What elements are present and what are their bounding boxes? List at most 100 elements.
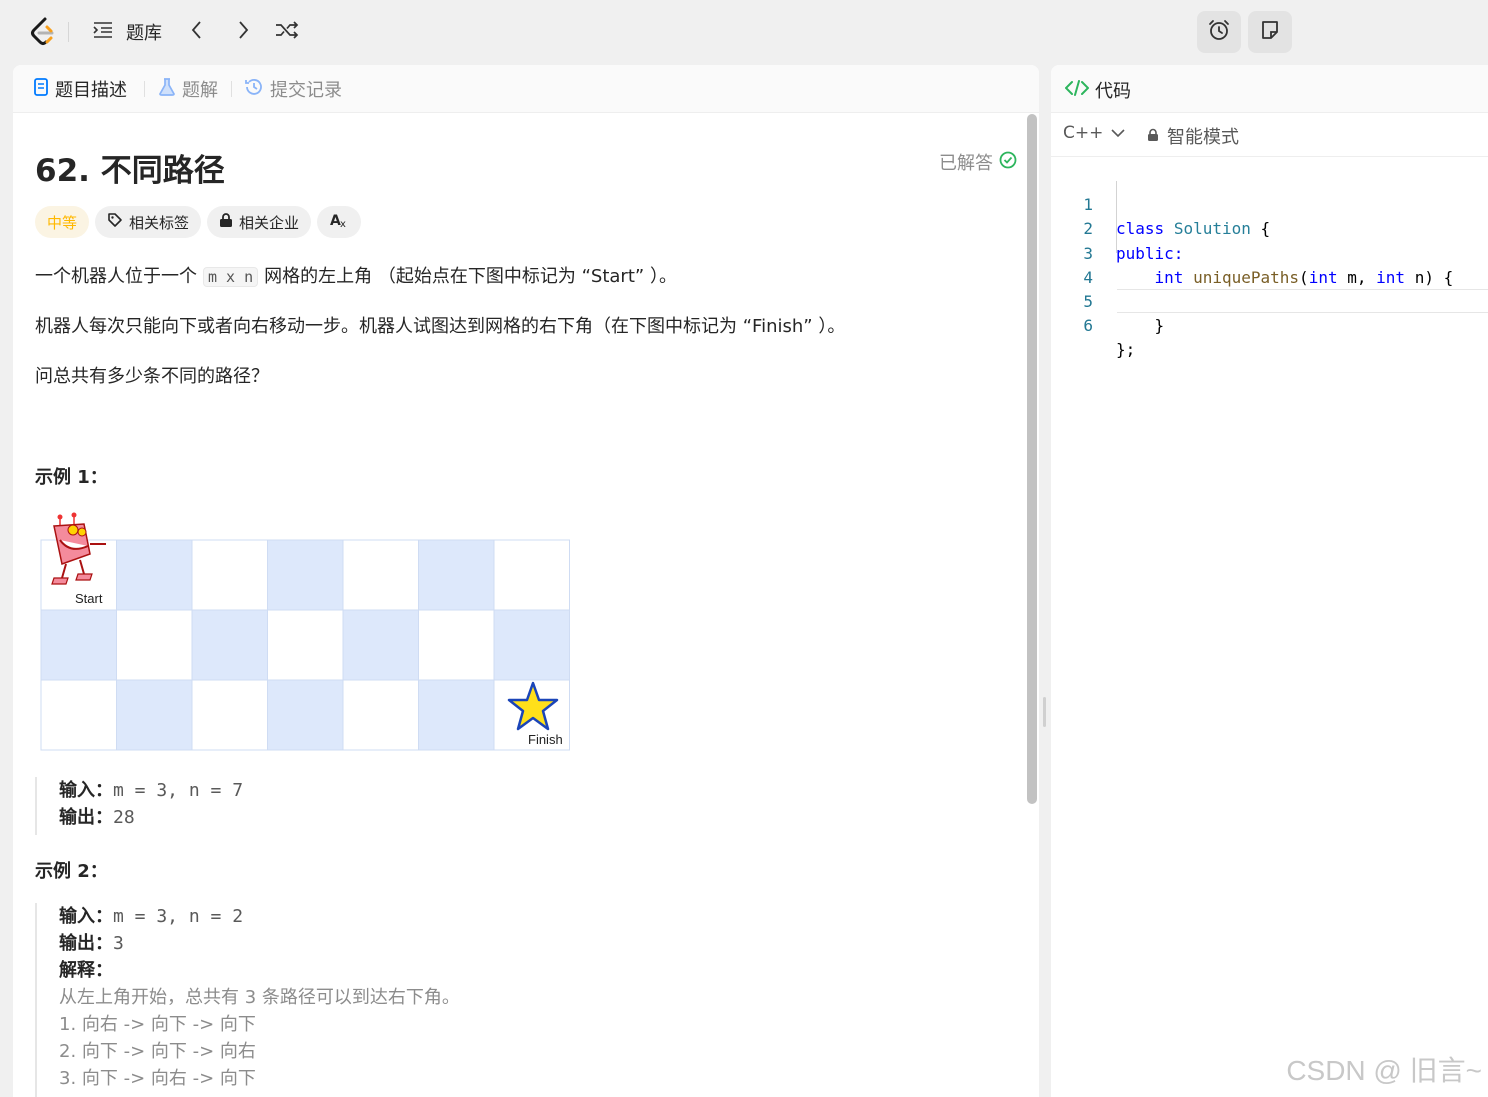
code-line: 3 int uniquePaths(int m, int n) { — [1051, 217, 1488, 287]
note-icon — [1259, 19, 1281, 45]
tab-submissions[interactable]: 提交记录 — [244, 77, 342, 101]
tab-code-label: 代码 — [1095, 81, 1131, 102]
code-tabs: 代码 — [1051, 65, 1488, 113]
language-select[interactable]: C++ — [1063, 123, 1125, 143]
explain-line: 2. 向下 -> 向下 -> 向右 — [59, 1041, 256, 1062]
input-label: 输入： — [59, 906, 113, 927]
related-tags-button[interactable]: 相关标签 — [95, 206, 202, 238]
difficulty-badge: 中等 — [35, 206, 90, 238]
tab-code[interactable]: 代码 — [1064, 77, 1131, 103]
example-1-heading: 示例 1： — [35, 467, 108, 488]
leetcode-logo-icon[interactable] — [28, 16, 58, 48]
code-line: 2 public: — [1051, 193, 1488, 262]
lock-icon — [1147, 126, 1159, 147]
example-2-input: 输入：m = 3, n = 2 — [59, 903, 460, 930]
problem-tabs: 题目描述 题解 提交记录 — [13, 65, 1039, 113]
grid-cell — [342, 679, 419, 751]
desc1-pre: 一个机器人位于一个 — [35, 266, 197, 287]
grid-cell — [191, 539, 268, 611]
random-problem-button[interactable] — [274, 18, 300, 46]
grid-cell — [116, 609, 193, 681]
check-circle-icon — [999, 151, 1017, 174]
example-2-explain: 解释： — [59, 957, 460, 984]
output-label: 输出： — [59, 807, 113, 828]
timer-button[interactable] — [1197, 11, 1241, 53]
grid-cell — [267, 539, 344, 611]
problem-title[interactable]: 62. 不同路径 — [35, 145, 225, 190]
translate-icon: Ax — [329, 211, 349, 233]
svg-text:x: x — [340, 219, 346, 229]
code-panel: 代码 C++ 智能模式 1 class Solution { 2 public:… — [1051, 65, 1488, 1097]
prev-problem-button[interactable] — [188, 18, 206, 46]
code-line: 5 } — [1051, 266, 1488, 335]
example-2-block: 输入：m = 3, n = 2 输出：3 解释： 从左上角开始，总共有 3 条路… — [35, 903, 460, 1097]
grid-cell — [40, 679, 117, 751]
grid-cell — [342, 609, 419, 681]
example-1-output: 输出：28 — [59, 804, 243, 831]
related-tags-label: 相关标签 — [129, 213, 190, 232]
grid-cell — [493, 539, 570, 611]
grid-cell — [40, 609, 117, 681]
line-content: }; — [1116, 340, 1136, 360]
tab-solutions[interactable]: 题解 — [158, 77, 218, 101]
related-companies-button[interactable]: 相关企业 — [207, 206, 312, 238]
solved-label: 已解答 — [939, 153, 993, 174]
explain-line: 1. 向右 -> 向下 -> 向下 — [59, 1014, 256, 1035]
next-problem-button[interactable] — [234, 18, 252, 46]
alarm-clock-icon — [1207, 18, 1231, 46]
problem-list-button[interactable]: 题库 — [92, 18, 162, 46]
tab-description[interactable]: 题目描述 — [33, 77, 127, 101]
code-line: 6 }; — [1051, 290, 1488, 359]
chevron-left-icon — [188, 19, 206, 46]
flask-icon — [158, 77, 176, 102]
code-editor[interactable]: 1 class Solution { 2 public: 3 int uniqu… — [1051, 169, 1488, 359]
grid-cell — [493, 609, 570, 681]
problem-tags: 中等 相关标签 相关企业 Ax — [35, 206, 362, 238]
grid-size-code: m x n — [203, 267, 259, 287]
description-paragraph-1: 一个机器人位于一个 m x n 网格的左上角 （起始点在下图中标记为 “Start”… — [35, 262, 677, 288]
description-scrollbar[interactable] — [1027, 114, 1037, 804]
input-label: 输入： — [59, 780, 113, 801]
output-label: 输出： — [59, 933, 113, 954]
explain-line: 3. 向下 -> 向右 -> 向下 — [59, 1068, 256, 1089]
solved-status: 已解答 — [939, 149, 1017, 175]
watermark: CSDN @ 旧言~ — [1286, 1055, 1482, 1086]
grid-cell — [191, 609, 268, 681]
example-1-block: 输入：m = 3, n = 7 输出：28 — [35, 777, 243, 835]
smart-mode-toggle[interactable]: 智能模式 — [1147, 123, 1239, 149]
document-icon — [33, 77, 49, 102]
line-content: } — [1116, 316, 1165, 336]
top-bar: 题库 — [0, 0, 1488, 64]
problem-panel: 题目描述 题解 提交记录 62. 不同路径 已解答 中等 相关标签 相关企业 A… — [13, 65, 1039, 1097]
grid-cell — [418, 539, 495, 611]
tab-description-label: 题目描述 — [55, 80, 127, 101]
panel-resize-handle[interactable] — [1043, 697, 1046, 727]
chevron-down-icon — [1111, 123, 1125, 143]
translate-button[interactable]: Ax — [317, 206, 362, 238]
related-companies-label: 相关企业 — [239, 213, 300, 232]
example-1-input: 输入：m = 3, n = 7 — [59, 777, 243, 804]
tab-submissions-label: 提交记录 — [270, 80, 342, 101]
finish-label: Finish — [528, 732, 563, 747]
code-brackets-icon — [1064, 79, 1090, 102]
explain-label: 解释： — [59, 960, 113, 981]
topbar-divider — [68, 22, 69, 42]
notes-button[interactable] — [1248, 11, 1292, 53]
example-1-input-value: m = 3, n = 7 — [113, 780, 244, 801]
grid-cell — [267, 609, 344, 681]
grid-cells — [40, 539, 570, 751]
explain-line: 从左上角开始，总共有 3 条路径可以到达右下角。 — [59, 987, 460, 1008]
grid-cell — [418, 679, 495, 751]
code-line: 4 — [1051, 242, 1488, 287]
grid-cell — [418, 609, 495, 681]
problem-list-label: 题库 — [126, 23, 162, 44]
example-2-heading: 示例 2： — [35, 861, 108, 882]
tag-icon — [107, 212, 123, 232]
grid-cell — [342, 539, 419, 611]
example-2-output-value: 3 — [113, 933, 124, 954]
desc1-post: 网格的左上角 （起始点在下图中标记为 “Start” ）。 — [264, 266, 677, 287]
start-label: Start — [75, 591, 103, 606]
example-2-output: 输出：3 — [59, 930, 460, 957]
example-1-output-value: 28 — [113, 807, 135, 828]
tab-divider — [144, 81, 145, 97]
